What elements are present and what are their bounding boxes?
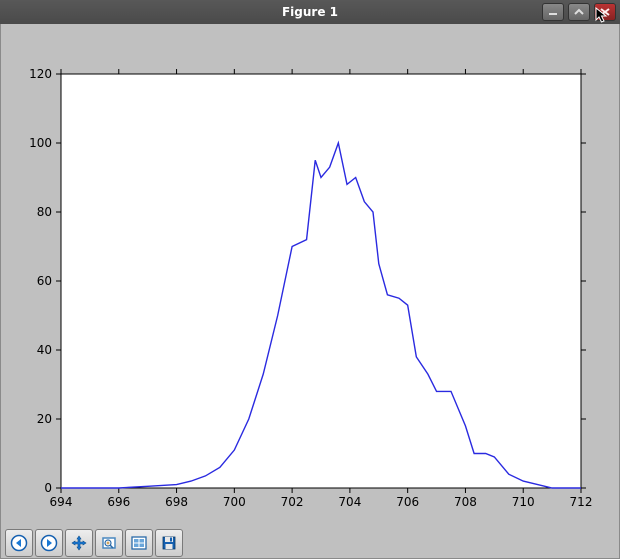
configure-button[interactable] (125, 529, 153, 557)
plot-area: 0 20 40 60 80 100 120 694 696 698 700 702 704 706 708 7… (1, 24, 619, 527)
y-tick-label: 80 (37, 205, 52, 219)
x-tick-label: 694 (50, 495, 73, 509)
y-tick-label: 20 (37, 412, 52, 426)
x-tick-label: 704 (338, 495, 361, 509)
window-button-group (542, 3, 620, 21)
line-chart: 0 20 40 60 80 100 120 694 696 698 700 702 704 706 708 7… (1, 24, 619, 528)
x-tick-label: 700 (223, 495, 246, 509)
x-tick-label: 708 (454, 495, 477, 509)
maximize-button[interactable] (568, 3, 590, 21)
save-icon (160, 534, 178, 552)
minimize-button[interactable] (542, 3, 564, 21)
axes-frame (61, 74, 581, 488)
y-tick-label: 0 (44, 481, 52, 495)
nav-forward-button[interactable] (35, 529, 63, 557)
nav-back-button[interactable] (5, 529, 33, 557)
x-tick-label: 712 (570, 495, 593, 509)
y-tick-label: 100 (29, 136, 52, 150)
close-button[interactable] (594, 3, 616, 21)
pan-icon (70, 534, 88, 552)
mpl-toolbar (1, 527, 619, 558)
x-tick-label: 710 (512, 495, 535, 509)
nav-forward-icon (40, 534, 58, 552)
titlebar[interactable]: Figure 1 (0, 0, 620, 24)
nav-back-icon (10, 534, 28, 552)
zoom-icon (100, 534, 118, 552)
figure-window: Figure 1 0 20 40 60 80 100 120 694 696 698 700 702 7… (0, 0, 620, 559)
configure-icon (130, 534, 148, 552)
pan-button[interactable] (65, 529, 93, 557)
window-title: Figure 1 (0, 5, 620, 19)
x-tick-label: 696 (107, 495, 130, 509)
save-button[interactable] (155, 529, 183, 557)
y-tick-label: 60 (37, 274, 52, 288)
client-area: 0 20 40 60 80 100 120 694 696 698 700 702 704 706 708 7… (0, 24, 620, 559)
zoom-button[interactable] (95, 529, 123, 557)
y-tick-label: 120 (29, 67, 52, 81)
x-tick-label: 706 (396, 495, 419, 509)
y-tick-label: 40 (37, 343, 52, 357)
x-tick-label: 698 (165, 495, 188, 509)
x-tick-label: 702 (281, 495, 304, 509)
